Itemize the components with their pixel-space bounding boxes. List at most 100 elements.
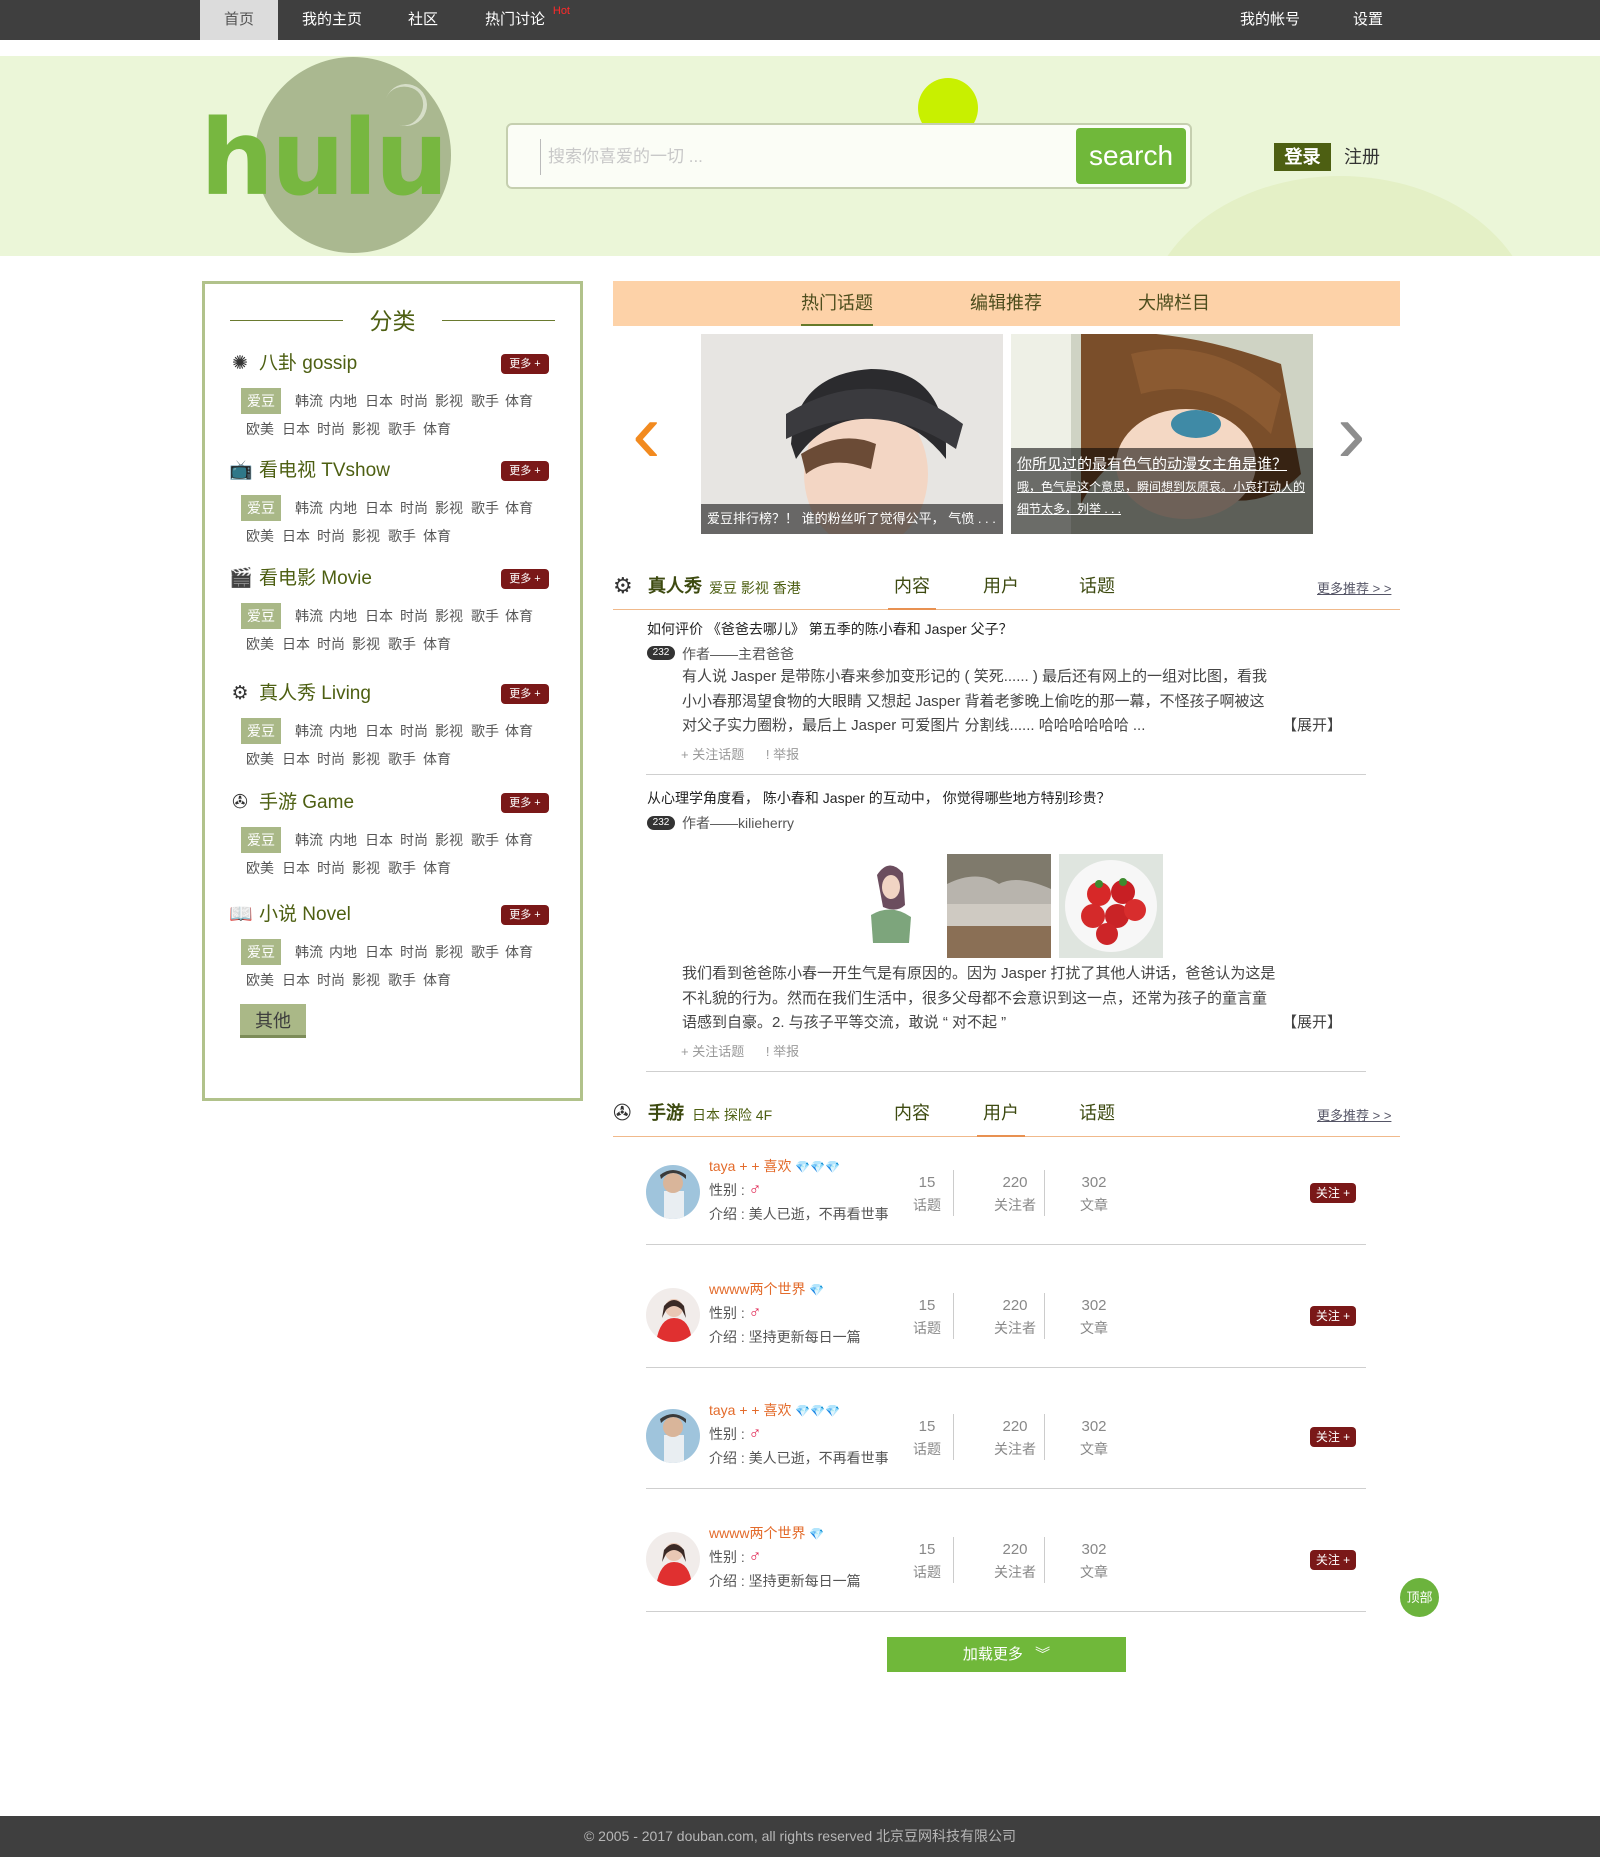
category-tag[interactable]: 内地 [329, 495, 357, 521]
reality-tab-topics[interactable]: 话题 [1073, 572, 1121, 610]
category-name[interactable]: 手游 Game [259, 789, 354, 817]
category-tag[interactable]: 影视 [352, 746, 380, 772]
category-tag[interactable]: 体育 [505, 495, 533, 521]
game-tab-topics[interactable]: 话题 [1073, 1099, 1121, 1137]
user-name[interactable]: taya + + 喜欢 💎💎💎 [709, 1156, 840, 1177]
logo[interactable]: hulu [200, 106, 449, 210]
category-tag[interactable]: 内地 [329, 718, 357, 744]
nav-community[interactable]: 社区 [392, 0, 454, 40]
category-tag[interactable]: 影视 [435, 495, 463, 521]
category-tag[interactable]: 日本 [282, 631, 310, 657]
more-button[interactable]: 更多 + [501, 905, 549, 925]
category-tag[interactable]: 歌手 [471, 718, 499, 744]
category-tag[interactable]: 体育 [505, 603, 533, 629]
follow-topic-link[interactable]: + 关注话题 [681, 747, 744, 762]
category-tag[interactable]: 影视 [435, 827, 463, 853]
girl-avatar[interactable] [646, 1532, 700, 1586]
nav-home[interactable]: 首页 [200, 0, 278, 40]
category-tag[interactable]: 欧美 [246, 967, 274, 993]
reality-more-link[interactable]: 更多推荐 > > [1317, 580, 1391, 598]
post-1-title[interactable]: 如何评价 《爸爸去哪儿》 第五季的陈小春和 Jasper 父子？ [647, 619, 1013, 639]
category-tag[interactable]: 时尚 [400, 939, 428, 965]
game-tab-users[interactable]: 用户 [977, 1099, 1025, 1137]
category-tag[interactable]: 爱豆 [241, 718, 281, 744]
category-tag[interactable]: 影视 [352, 523, 380, 549]
follow-topic-link[interactable]: + 关注话题 [681, 1044, 744, 1059]
category-tag[interactable]: 韩流 [295, 827, 323, 853]
more-button[interactable]: 更多 + [501, 354, 549, 374]
category-tag[interactable]: 欧美 [246, 523, 274, 549]
category-tag[interactable]: 体育 [423, 967, 451, 993]
carousel-slide-2[interactable]: 你所见过的最有色气的动漫女主角是谁？ 哦，色气是这个意思，瞬间想到灰原哀。小哀打… [1011, 334, 1313, 534]
category-tag[interactable]: 时尚 [400, 388, 428, 414]
category-tag[interactable]: 时尚 [317, 967, 345, 993]
tab-editor-picks[interactable]: 编辑推荐 [970, 281, 1042, 326]
register-link[interactable]: 注册 [1344, 143, 1380, 171]
category-tag[interactable]: 日本 [365, 939, 393, 965]
category-tag[interactable]: 日本 [365, 495, 393, 521]
category-tag[interactable]: 日本 [282, 523, 310, 549]
more-button[interactable]: 更多 + [501, 569, 549, 589]
category-tag[interactable]: 体育 [505, 388, 533, 414]
category-tag[interactable]: 歌手 [388, 523, 416, 549]
category-tag[interactable]: 歌手 [388, 416, 416, 442]
category-tag[interactable]: 日本 [282, 416, 310, 442]
tab-hot-topics[interactable]: 热门话题 [801, 281, 873, 326]
more-button[interactable]: 更多 + [501, 461, 549, 481]
category-tag[interactable]: 歌手 [388, 967, 416, 993]
category-tag[interactable]: 时尚 [317, 416, 345, 442]
slide-2-title[interactable]: 你所见过的最有色气的动漫女主角是谁？ [1017, 454, 1307, 476]
nav-my-page[interactable]: 我的主页 [292, 0, 372, 40]
category-tag[interactable]: 日本 [282, 967, 310, 993]
category-tag[interactable]: 欧美 [246, 746, 274, 772]
category-name[interactable]: 小说 Novel [259, 901, 351, 929]
post-1-author[interactable]: 作者——主君爸爸 [682, 644, 794, 664]
category-tag[interactable]: 日本 [365, 827, 393, 853]
post-2-image-lake[interactable] [947, 854, 1051, 958]
category-tag[interactable]: 日本 [282, 746, 310, 772]
back-to-top-button[interactable]: 顶部 [1400, 1578, 1439, 1617]
category-tag[interactable]: 体育 [423, 746, 451, 772]
category-tag[interactable]: 影视 [352, 967, 380, 993]
category-tag[interactable]: 时尚 [400, 718, 428, 744]
category-tag[interactable]: 体育 [423, 631, 451, 657]
category-tag[interactable]: 影视 [352, 631, 380, 657]
category-tag[interactable]: 韩流 [295, 388, 323, 414]
reality-tab-users[interactable]: 用户 [977, 572, 1025, 610]
next-arrow-icon[interactable]: › [1337, 390, 1366, 476]
category-tag[interactable]: 时尚 [400, 495, 428, 521]
category-name[interactable]: 看电影 Movie [259, 565, 372, 593]
follow-button[interactable]: 关注 + [1310, 1306, 1356, 1326]
category-tag[interactable]: 日本 [365, 388, 393, 414]
nav-settings[interactable]: 设置 [1348, 0, 1388, 40]
user-name[interactable]: wwww两个世界 💎 [709, 1523, 824, 1544]
post-2-image-strawberries[interactable] [1059, 854, 1163, 958]
category-tag[interactable]: 时尚 [400, 827, 428, 853]
more-button[interactable]: 更多 + [501, 684, 549, 704]
boy-avatar[interactable] [646, 1165, 700, 1219]
follow-button[interactable]: 关注 + [1310, 1183, 1356, 1203]
more-button[interactable]: 更多 + [501, 793, 549, 813]
category-tag[interactable]: 时尚 [400, 603, 428, 629]
category-tag[interactable]: 歌手 [388, 631, 416, 657]
category-tag[interactable]: 时尚 [317, 631, 345, 657]
report-link[interactable]: ! 举报 [766, 747, 799, 762]
post-1-expand[interactable]: 【展开】 [1282, 714, 1342, 738]
category-tag[interactable]: 爱豆 [241, 388, 281, 414]
post-2-author[interactable]: 作者——kilieherry [682, 813, 794, 833]
category-tag[interactable]: 韩流 [295, 939, 323, 965]
category-tag[interactable]: 歌手 [388, 855, 416, 881]
category-tag[interactable]: 欧美 [246, 855, 274, 881]
category-tag[interactable]: 体育 [423, 855, 451, 881]
category-tag[interactable]: 体育 [423, 416, 451, 442]
category-tag[interactable]: 歌手 [471, 603, 499, 629]
category-tag[interactable]: 体育 [505, 939, 533, 965]
category-tag[interactable]: 韩流 [295, 718, 323, 744]
category-tag[interactable]: 内地 [329, 388, 357, 414]
carousel-slide-1[interactable]: 爱豆排行榜？！ 谁的粉丝听了觉得公平， 气愤 . . . [701, 334, 1003, 534]
category-tag[interactable]: 时尚 [317, 855, 345, 881]
category-tag[interactable]: 影视 [435, 718, 463, 744]
post-2-image-girl[interactable] [859, 855, 921, 959]
category-tag[interactable]: 爱豆 [241, 827, 281, 853]
category-tag[interactable]: 韩流 [295, 495, 323, 521]
